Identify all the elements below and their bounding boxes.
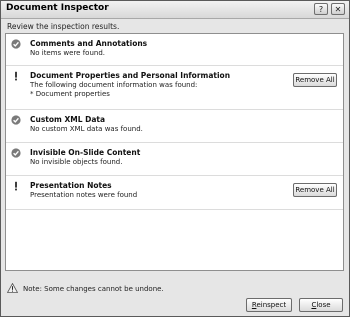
result-description: No items were found. [30, 49, 105, 58]
result-title: Invisible On-Slide Content [30, 148, 141, 157]
result-title: Custom XML Data [30, 115, 106, 124]
close-button[interactable]: Close [299, 298, 343, 312]
remove-all-notes-button[interactable]: Remove All [293, 183, 337, 197]
result-row-comments: Comments and Annotations No items were f… [6, 34, 343, 66]
dialog-title: Document Inspector [6, 3, 109, 13]
document-inspector-dialog: Document Inspector ? ✕ Review the inspec… [0, 0, 350, 317]
description-line: * Document properties [30, 89, 110, 98]
help-icon: ? [318, 5, 324, 14]
description-line: The following document information was f… [30, 81, 198, 89]
check-circle-icon [11, 115, 21, 125]
result-title: Comments and Annotations [30, 39, 148, 48]
check-circle-icon [11, 39, 21, 49]
result-description: No custom XML data was found. [30, 125, 143, 134]
result-description: No invisible objects found. [30, 158, 122, 167]
undo-warning-note: Note: Some changes cannot be undone. [23, 285, 164, 293]
result-description: Presentation notes were found [30, 191, 137, 200]
title-bar[interactable]: Document Inspector ? ✕ [1, 1, 349, 19]
reinspect-label-rest: einspect [256, 301, 287, 309]
warning-icon [7, 283, 18, 293]
result-row-custom-xml: Custom XML Data No custom XML data was f… [6, 110, 343, 143]
results-panel: Comments and Annotations No items were f… [5, 33, 344, 271]
check-circle-icon [11, 148, 21, 158]
result-row-presentation-notes: Presentation Notes Presentation notes we… [6, 176, 343, 210]
description-line: Presentation notes were found [30, 191, 138, 199]
exclamation-icon [15, 181, 17, 191]
help-button[interactable]: ? [314, 3, 328, 15]
result-title: Document Properties and Personal Informa… [30, 71, 231, 80]
remove-all-properties-button[interactable]: Remove All [293, 73, 337, 87]
reinspect-button[interactable]: Reinspect [246, 298, 292, 312]
close-label-rest: lose [316, 301, 331, 309]
result-row-invisible-content: Invisible On-Slide Content No invisible … [6, 143, 343, 176]
description-line: No custom XML data was found. [30, 125, 143, 133]
close-window-button[interactable]: ✕ [331, 3, 345, 15]
result-title: Presentation Notes [30, 181, 112, 190]
description-line: No items were found. [30, 49, 106, 57]
result-row-document-properties: Document Properties and Personal Informa… [6, 66, 343, 110]
instruction-text: Review the inspection results. [7, 22, 120, 31]
description-line: No invisible objects found. [30, 158, 123, 166]
result-description: The following document information was f… [30, 81, 197, 98]
close-icon: ✕ [334, 5, 342, 14]
exclamation-icon [15, 71, 17, 81]
